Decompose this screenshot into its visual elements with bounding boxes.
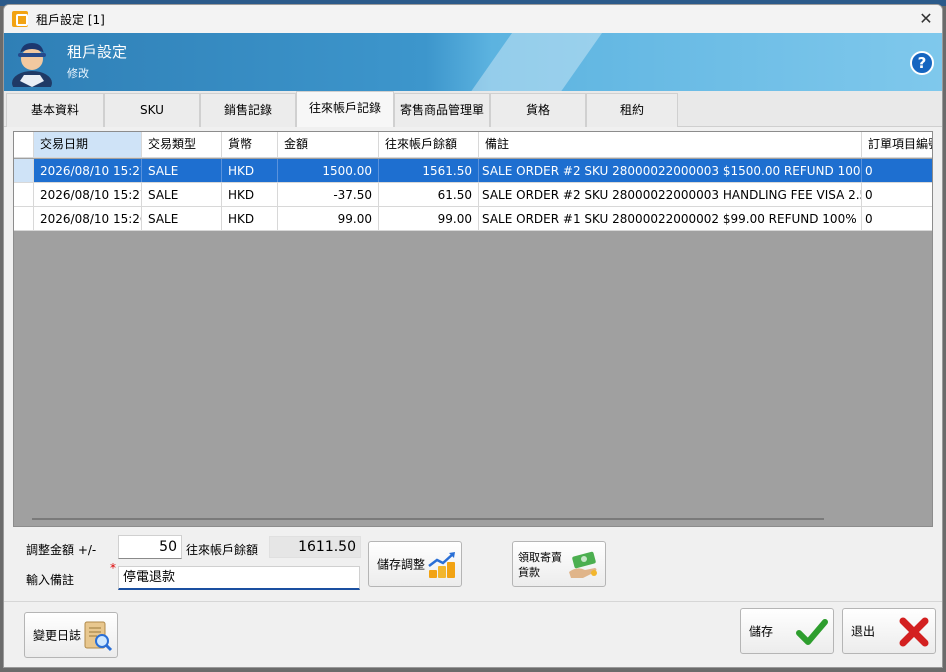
save-label: 儲存: [749, 624, 774, 639]
account-balance-label: 往來帳戶餘額: [186, 543, 259, 557]
exit-button[interactable]: 退出: [842, 608, 936, 654]
user-avatar-icon: [12, 43, 52, 87]
cell-amount: -37.50: [278, 183, 379, 206]
collect-consignment-payment-button[interactable]: 領取寄賣 貨款: [512, 541, 606, 587]
column-header[interactable]: 金額: [278, 132, 379, 157]
save-adjustment-button[interactable]: 儲存調整: [368, 541, 462, 587]
cell-balance: 61.50: [379, 183, 479, 206]
cell-currency: HKD: [222, 159, 278, 182]
cell-balance: 99.00: [379, 207, 479, 230]
cell-currency: HKD: [222, 207, 278, 230]
cell-order-item-id: 0: [865, 188, 873, 202]
cell-order-item-id: 0: [865, 164, 873, 178]
help-icon[interactable]: ?: [910, 51, 934, 75]
note-input[interactable]: 停電退款: [118, 566, 360, 590]
cell-date: 2026/08/10 15:27: [34, 159, 142, 182]
save-adjustment-label: 儲存調整: [377, 557, 426, 572]
column-header[interactable]: 貨幣: [222, 132, 278, 157]
account-balance-value: 1611.50: [269, 536, 361, 558]
banner-subtitle: 修改: [67, 67, 89, 80]
cell-order-item-id: 0: [865, 212, 873, 226]
column-header[interactable]: 訂單項目編號: [862, 132, 932, 157]
app-icon: [12, 11, 28, 27]
cell-amount: 99.00: [278, 207, 379, 230]
money-hand-icon: [569, 551, 597, 578]
grid-header: 交易日期 交易類型 貨幣 金額 往來帳戶餘額 備註 訂單項目編號: [14, 132, 932, 158]
close-icon[interactable]: ✕: [916, 9, 936, 29]
cell-type: SALE: [142, 183, 222, 206]
table-row[interactable]: 2026/08/10 15:27 SALE HKD 1500.00 1561.5…: [14, 159, 932, 183]
tenant-settings-window: 租戶設定 [1] ✕ 租戶設定 修改 ? 基本資料 SKU 銷售記錄 往來帳戶記…: [3, 4, 943, 668]
column-header[interactable]: 備註: [479, 132, 862, 157]
scroll-magnifier-icon: [84, 621, 113, 652]
table-row[interactable]: 2026/08/10 15:26 SALE HKD 99.00 99.00 SA…: [14, 207, 932, 231]
cell-balance: 1561.50: [379, 159, 479, 182]
column-header[interactable]: 交易日期: [34, 132, 142, 157]
cell-remark: SALE ORDER #1 SKU 28000022000002 $99.00 …: [479, 207, 862, 230]
footer-bar: 變更日誌 儲存 退出: [4, 601, 942, 667]
required-marker: *: [110, 561, 116, 575]
column-header[interactable]: 交易類型: [142, 132, 222, 157]
column-header[interactable]: 往來帳戶餘額: [379, 132, 479, 157]
row-selector[interactable]: [14, 183, 34, 206]
collect-payment-label: 領取寄賣 貨款: [518, 551, 562, 579]
window-title: 租戶設定 [1]: [36, 12, 105, 27]
red-x-icon: [899, 617, 929, 647]
adjust-amount-label: 調整金額 +/-: [26, 543, 97, 557]
header-banner: 租戶設定 修改 ?: [4, 33, 942, 91]
titlebar: 租戶設定 [1] ✕: [4, 5, 942, 33]
tab-basic-info[interactable]: 基本資料: [6, 93, 104, 127]
cell-date: 2026/08/10 15:26: [34, 207, 142, 230]
tab-consignment-orders[interactable]: 寄售商品管理單: [394, 93, 490, 127]
chart-coins-icon: [428, 552, 455, 578]
cell-type: SALE: [142, 159, 222, 182]
tab-bar: 基本資料 SKU 銷售記錄 往來帳戶記錄 寄售商品管理單 貨格 租約: [4, 91, 942, 127]
row-selector[interactable]: [14, 159, 34, 182]
checkmark-icon: [796, 619, 828, 645]
cell-amount: 1500.00: [278, 159, 379, 182]
note-label: 輸入備註: [26, 573, 75, 587]
banner-title: 租戶設定: [67, 43, 128, 61]
horizontal-scrollbar[interactable]: [32, 518, 824, 520]
cell-remark: SALE ORDER #2 SKU 28000022000003 $1500.0…: [479, 159, 862, 182]
exit-label: 退出: [851, 624, 876, 639]
cell-type: SALE: [142, 207, 222, 230]
tab-account-records[interactable]: 往來帳戶記錄: [296, 91, 394, 127]
tab-shelves[interactable]: 貨格: [490, 93, 586, 127]
tab-sales-records[interactable]: 銷售記錄: [200, 93, 296, 127]
adjust-amount-input[interactable]: 50: [118, 535, 182, 559]
cell-currency: HKD: [222, 183, 278, 206]
cell-remark: SALE ORDER #2 SKU 28000022000003 HANDLIN…: [479, 183, 862, 206]
account-records-grid[interactable]: 交易日期 交易類型 貨幣 金額 往來帳戶餘額 備註 訂單項目編號 2026/08…: [13, 131, 933, 527]
cell-date: 2026/08/10 15:27: [34, 183, 142, 206]
tab-lease[interactable]: 租約: [586, 93, 678, 127]
row-header-corner: [14, 132, 34, 157]
row-selector[interactable]: [14, 207, 34, 230]
change-log-label: 變更日誌: [33, 628, 82, 643]
tab-sku[interactable]: SKU: [104, 93, 200, 127]
save-button[interactable]: 儲存: [740, 608, 834, 654]
change-log-button[interactable]: 變更日誌: [24, 612, 118, 658]
table-row[interactable]: 2026/08/10 15:27 SALE HKD -37.50 61.50 S…: [14, 183, 932, 207]
